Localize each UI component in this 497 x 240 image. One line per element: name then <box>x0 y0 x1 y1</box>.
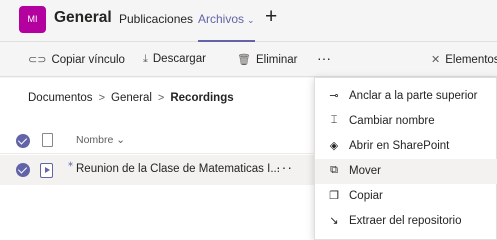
menu-item-copy[interactable]: ❐ Copiar <box>315 184 497 209</box>
checkout-icon: ↘ <box>329 215 339 227</box>
row-more-button[interactable]: ··· <box>276 159 293 175</box>
pin-icon: ⊸ <box>329 90 339 102</box>
channel-header: MI General Publicaciones Archivos ⌄ + <box>0 0 497 42</box>
copy-link-label: Copiar vínculo <box>51 54 125 66</box>
column-name-label: Nombre <box>76 134 114 146</box>
breadcrumb-general[interactable]: General <box>111 92 152 104</box>
move-icon: ⧉ <box>330 164 338 176</box>
video-file-icon <box>40 163 53 178</box>
menu-item-move[interactable]: ⧉ Mover <box>315 159 497 184</box>
elements-label: Elementos <box>445 54 497 66</box>
breadcrumb-recordings: Recordings <box>170 92 234 104</box>
menu-item-label: Abrir en SharePoint <box>349 140 450 152</box>
delete-label: Eliminar <box>255 54 298 66</box>
file-name[interactable]: Reunion de la Clase de Matematicas I... <box>76 163 280 175</box>
download-icon: ⤓ <box>143 53 148 65</box>
download-button[interactable]: ⤓ Descargar <box>143 53 206 66</box>
add-tab-button[interactable]: + <box>265 5 277 29</box>
download-label: Descargar <box>152 53 206 65</box>
chevron-down-icon: ⌄ <box>116 134 126 146</box>
files-toolbar: ⊂⊃ Copiar vínculo ⤓ Descargar 🗑 Eliminar ··… <box>0 43 497 77</box>
tab-publicaciones[interactable]: Publicaciones <box>119 12 193 26</box>
team-avatar[interactable]: MI <box>19 6 46 33</box>
breadcrumb: Documentos > General > Recordings <box>28 92 234 104</box>
menu-item-label: Mover <box>349 165 381 177</box>
chevron-down-icon: ⌄ <box>247 15 255 25</box>
new-file-icon: ⁎ <box>68 158 73 169</box>
menu-item-label: Extraer del repositorio <box>349 215 462 227</box>
tab-archivos[interactable]: Archivos ⌄ <box>198 10 255 42</box>
column-header-name[interactable]: Nombre ⌄ <box>76 134 125 146</box>
chevron-right-icon: > <box>157 92 165 104</box>
sharepoint-icon: ◈ <box>329 140 339 152</box>
row-checkbox[interactable] <box>16 163 30 177</box>
close-icon: ✕ <box>431 54 441 66</box>
link-icon: ⊂⊃ <box>28 54 47 66</box>
menu-item-pin[interactable]: ⊸ Anclar a la parte superior <box>315 84 497 109</box>
menu-item-label: Cambiar nombre <box>349 115 435 127</box>
copy-link-button[interactable]: ⊂⊃ Copiar vínculo <box>28 53 125 66</box>
elements-button[interactable]: ✕ Elementos <box>431 53 497 66</box>
menu-item-sharepoint[interactable]: ◈ Abrir en SharePoint <box>315 134 497 159</box>
menu-item-label: Anclar a la parte superior <box>349 90 478 102</box>
channel-title: General <box>54 9 112 26</box>
select-all-checkbox[interactable] <box>16 134 30 148</box>
trash-icon: 🗑 <box>237 54 251 66</box>
more-options-button[interactable]: ··· <box>317 50 331 66</box>
menu-item-label: Copiar <box>349 190 383 202</box>
breadcrumb-documentos[interactable]: Documentos <box>28 92 93 104</box>
copy-icon: ❐ <box>329 190 339 202</box>
delete-button[interactable]: 🗑 Eliminar <box>237 53 298 66</box>
tab-archivos-label: Archivos <box>198 12 245 26</box>
chevron-right-icon: > <box>98 92 105 104</box>
rename-icon: ⌶ <box>330 114 338 126</box>
menu-item-checkout[interactable]: ↘ Extraer del repositorio <box>315 209 497 234</box>
file-type-icon <box>42 133 53 147</box>
context-menu: ⊸ Anclar a la parte superior ⌶ Cambiar n… <box>314 77 497 240</box>
menu-item-rename[interactable]: ⌶ Cambiar nombre <box>315 109 497 134</box>
